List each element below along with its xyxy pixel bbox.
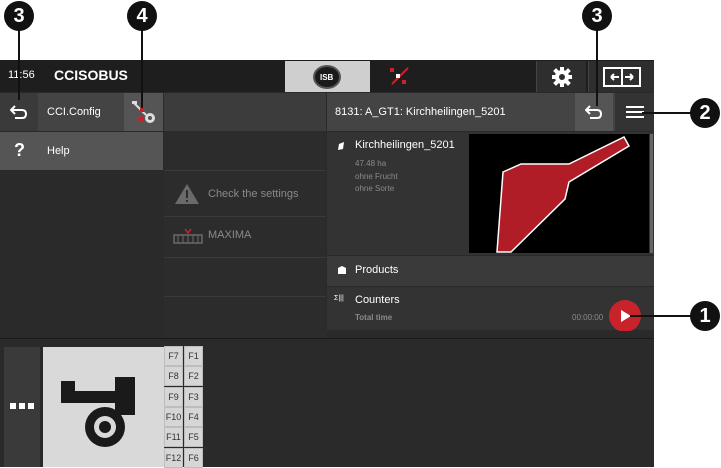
- warning-icon: [175, 184, 199, 204]
- total-time-label: Total time: [355, 313, 393, 322]
- top-bar: 11:56 CCISOBUS ISB: [0, 60, 654, 92]
- back-button-right[interactable]: [575, 93, 613, 131]
- help-label: Help: [47, 145, 70, 157]
- callout-line: [630, 315, 692, 317]
- config-tools-icon: [132, 101, 155, 123]
- task-title: 8131: A_GT1: Kirchheilingen_5201: [335, 106, 506, 118]
- function-key[interactable]: F12: [164, 447, 183, 468]
- products-row[interactable]: Products: [327, 256, 654, 286]
- back-arrow-icon: [585, 105, 603, 119]
- swap-screen-icon: [603, 67, 641, 87]
- products-label: Products: [355, 264, 399, 276]
- field-area: 47.48 ha: [355, 159, 387, 168]
- function-key[interactable]: F1: [184, 346, 203, 366]
- help-row[interactable]: ? Help: [0, 132, 163, 170]
- machine-row[interactable]: MAXIMA: [164, 219, 326, 253]
- more-apps-button[interactable]: [4, 347, 40, 467]
- field-icon: [338, 142, 344, 150]
- function-key[interactable]: F4: [184, 406, 203, 427]
- function-key[interactable]: F10: [164, 406, 183, 427]
- callout-3-left: 3: [4, 1, 34, 31]
- bottom-bar: [0, 338, 654, 467]
- section-control-icon[interactable]: [380, 62, 420, 90]
- function-key[interactable]: F8: [164, 366, 183, 387]
- mini-view[interactable]: [43, 347, 164, 467]
- counters-icon: Σ|||: [334, 295, 344, 302]
- middle-panel: Check the settings MAXIMA: [164, 93, 326, 338]
- machine-label: MAXIMA: [208, 229, 252, 241]
- callout-1: 1: [690, 301, 720, 331]
- right-header: 8131: A_GT1: Kirchheilingen_5201: [327, 93, 654, 131]
- total-time-value: 00:00:00: [572, 313, 604, 322]
- callout-line: [18, 28, 20, 100]
- settings-gear-button[interactable]: [536, 61, 586, 92]
- divider: [164, 216, 326, 217]
- callout-4: 4: [127, 1, 157, 31]
- function-key[interactable]: F11: [164, 427, 183, 448]
- callout-line: [141, 28, 143, 108]
- function-key[interactable]: F6: [184, 447, 203, 468]
- products-icon: [338, 266, 346, 274]
- warning-row[interactable]: Check the settings: [164, 175, 326, 213]
- function-key[interactable]: F3: [184, 386, 203, 407]
- callout-line: [642, 112, 692, 114]
- callout-3-right: 3: [582, 1, 612, 31]
- isb-icon: ISB: [313, 65, 341, 89]
- seeder-machine-icon: [173, 228, 203, 244]
- clock: 11:56: [8, 69, 35, 81]
- field-variety: ohne Sorte: [355, 184, 395, 193]
- isb-tab[interactable]: ISB: [285, 61, 370, 92]
- function-key[interactable]: F5: [184, 427, 203, 448]
- warning-label: Check the settings: [208, 188, 299, 200]
- divider: [164, 296, 326, 297]
- divider: [164, 257, 326, 258]
- counters-row[interactable]: Σ||| Counters Total time 00:00:00: [327, 287, 654, 332]
- cci-isobus-logo: CCISOBUS: [54, 67, 128, 83]
- field-name: Kirchheilingen_5201: [355, 139, 455, 151]
- divider: [164, 170, 326, 171]
- function-key[interactable]: F7: [164, 346, 183, 366]
- question-icon: ?: [14, 140, 25, 160]
- implement-logo-icon: [61, 377, 135, 447]
- config-title: CCI.Config: [47, 106, 101, 118]
- field-info[interactable]: Kirchheilingen_5201 47.48 ha ohne Frucht…: [327, 132, 654, 255]
- counters-label: Counters: [355, 294, 400, 306]
- gear-icon: [552, 67, 572, 87]
- field-crop: ohne Frucht: [355, 172, 398, 181]
- field-map: [469, 134, 649, 253]
- config-button[interactable]: [124, 93, 163, 131]
- callout-line: [596, 28, 598, 106]
- dots-icon: [10, 403, 34, 409]
- left-header: CCI.Config: [0, 93, 163, 131]
- middle-header: [164, 93, 326, 131]
- function-key[interactable]: F9: [164, 386, 183, 407]
- callout-2: 2: [690, 98, 720, 128]
- scrollbar[interactable]: [650, 134, 653, 253]
- divider: [327, 331, 654, 337]
- function-key[interactable]: F2: [184, 366, 203, 387]
- back-arrow-icon: [10, 105, 28, 119]
